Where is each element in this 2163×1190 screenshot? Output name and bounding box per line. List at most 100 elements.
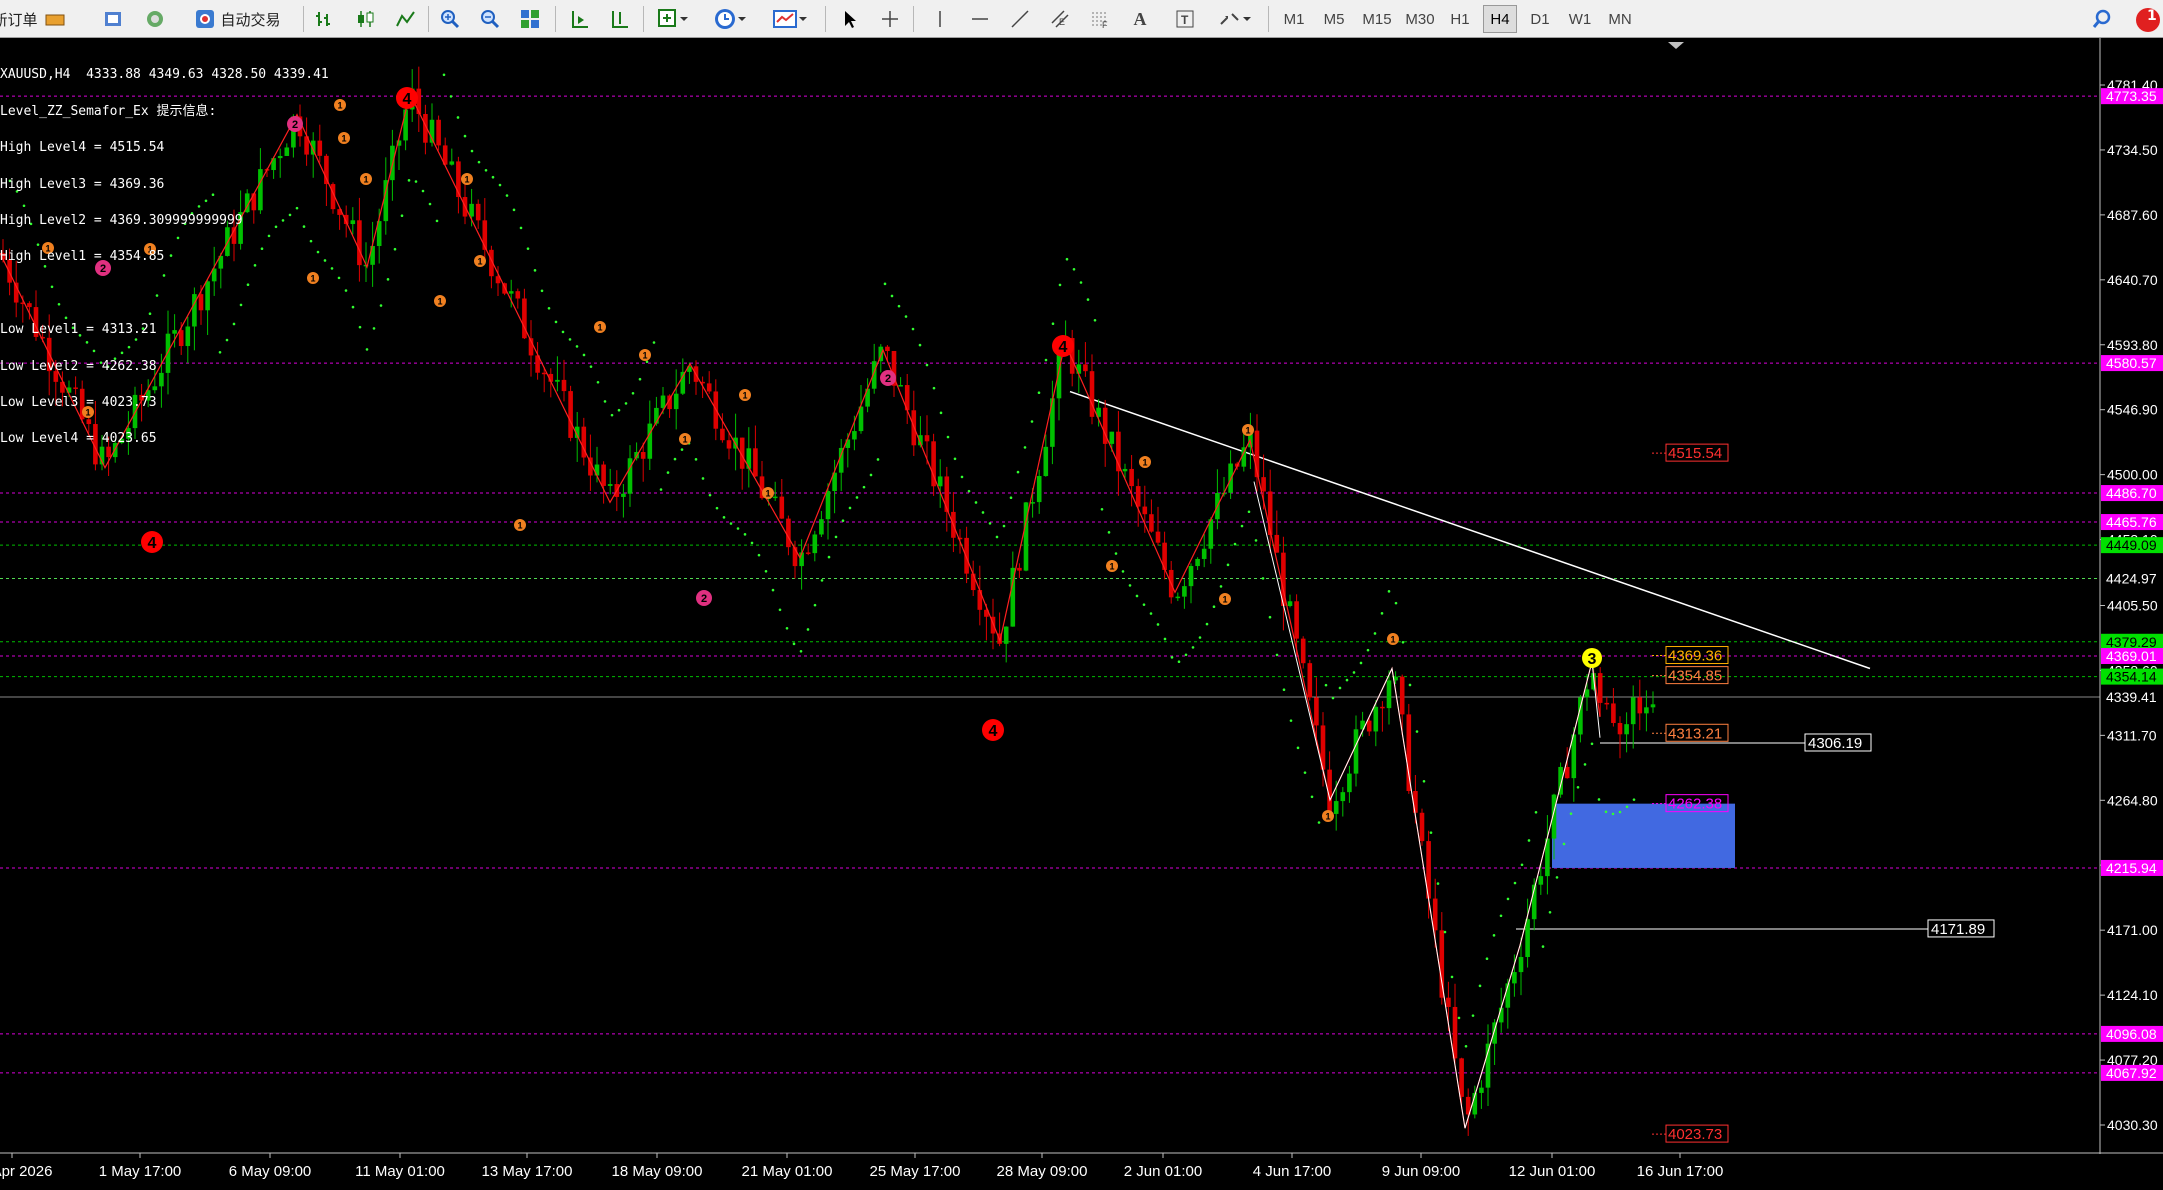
candle — [1479, 1087, 1484, 1093]
candle — [898, 385, 903, 387]
sar-dot — [1254, 539, 1258, 542]
sar-dot — [820, 579, 824, 582]
candle — [1036, 476, 1042, 503]
terminal-icon[interactable] — [140, 4, 170, 34]
trendline[interactable] — [1069, 390, 1871, 670]
indicators-button[interactable] — [650, 4, 695, 34]
auto-scroll-icon[interactable] — [565, 4, 595, 34]
sar-dot — [526, 247, 530, 250]
fibonacci-icon[interactable]: F — [1085, 4, 1115, 34]
vertical-line-icon[interactable] — [925, 4, 955, 34]
sar-dot — [722, 516, 726, 519]
zoom-in-icon[interactable] — [435, 4, 465, 34]
sar-dot — [589, 365, 593, 368]
sar-dot — [1366, 648, 1370, 652]
candle — [469, 203, 474, 217]
semafor-small-label: 1 — [1245, 426, 1250, 436]
timeframe-d1[interactable]: D1 — [1523, 5, 1557, 33]
templates-button[interactable] — [765, 4, 815, 34]
sar-dot — [1499, 914, 1503, 918]
new-order-label: 新订单 — [0, 10, 38, 29]
x-tick-label: 9 Jun 09:00 — [1382, 1163, 1460, 1180]
candle — [1122, 468, 1128, 472]
candle — [819, 519, 824, 535]
sar-dot — [449, 95, 453, 98]
chart-shift-icon[interactable] — [605, 4, 635, 34]
search-icon[interactable] — [2087, 4, 2117, 34]
sar-dot — [876, 458, 880, 461]
cursor-icon[interactable] — [835, 4, 865, 34]
demand-zone[interactable] — [1552, 803, 1735, 868]
semafor-label: 2 — [701, 593, 707, 605]
sar-dot — [1044, 358, 1048, 362]
crosshair-icon[interactable] — [875, 4, 905, 34]
sar-dot — [855, 496, 859, 499]
price-tag: 4465.76 — [2106, 514, 2157, 530]
channel-icon[interactable]: E — [1045, 4, 1075, 34]
sar-dot — [1051, 322, 1055, 325]
sar-dot — [680, 448, 684, 451]
sar-dot — [1492, 934, 1496, 937]
candle — [772, 496, 778, 499]
timeframe-m30[interactable]: M30 — [1400, 5, 1440, 33]
timeframe-w1[interactable]: W1 — [1563, 5, 1597, 33]
candle — [1030, 502, 1035, 504]
periods-button[interactable] — [705, 4, 755, 34]
sar-dot — [435, 219, 439, 223]
candle — [786, 518, 791, 548]
sar-dot — [715, 506, 719, 510]
zoom-out-icon[interactable] — [475, 4, 505, 34]
candle — [449, 161, 455, 165]
sar-dot — [806, 628, 810, 631]
candle — [1624, 724, 1629, 735]
text-label-icon[interactable]: T — [1170, 4, 1200, 34]
sar-dot — [610, 413, 614, 417]
sar-dot — [379, 304, 383, 307]
trendline-icon[interactable] — [1005, 4, 1035, 34]
candle — [1314, 697, 1319, 726]
timeframe-m5[interactable]: M5 — [1317, 5, 1351, 33]
new-order-button[interactable]: 新订单 — [0, 4, 40, 34]
candle — [660, 395, 666, 408]
navigator-icon[interactable] — [98, 4, 128, 34]
autotrade-button[interactable]: 自动交易 — [180, 4, 295, 34]
sar-dot — [1177, 660, 1181, 664]
chart-shift-marker[interactable] — [1668, 42, 1684, 49]
candlestick-icon[interactable] — [350, 4, 380, 34]
sar-dot — [1142, 603, 1146, 606]
sar-dot — [1079, 281, 1083, 284]
horizontal-line-icon[interactable] — [965, 4, 995, 34]
sar-dot — [603, 400, 607, 403]
template-icon — [773, 10, 797, 28]
timeframe-mn[interactable]: MN — [1603, 5, 1637, 33]
sar-dot — [1191, 646, 1195, 649]
market-watch-icon[interactable] — [40, 4, 70, 34]
candle — [924, 435, 930, 442]
candle — [1003, 626, 1009, 644]
sar-dot — [974, 501, 978, 504]
line-chart-icon[interactable] — [390, 4, 420, 34]
sar-dot — [918, 343, 922, 347]
sar-dot — [470, 149, 474, 153]
y-tick-label: 4687.60 — [2107, 207, 2158, 223]
x-tick-label: 1 May 17:00 — [99, 1163, 182, 1180]
y-tick-label: 4640.70 — [2107, 272, 2158, 288]
bar-chart-icon[interactable] — [310, 4, 340, 34]
text-icon[interactable]: A — [1125, 4, 1155, 34]
sar-dot — [498, 183, 502, 187]
tile-windows-icon[interactable] — [515, 4, 545, 34]
level-label: 4313.21 — [1668, 725, 1722, 742]
sar-dot — [1023, 446, 1027, 449]
candle — [1135, 486, 1141, 507]
semafor-small-label: 1 — [742, 391, 747, 401]
y-tick-label: 4593.80 — [2107, 337, 2158, 353]
timeframe-m1[interactable]: M1 — [1277, 5, 1311, 33]
timeframe-m15[interactable]: M15 — [1357, 5, 1397, 33]
notifications-button[interactable]: 1 — [2130, 4, 2163, 34]
timeframe-h1[interactable]: H1 — [1443, 5, 1477, 33]
sar-dot — [1156, 623, 1160, 626]
sar-dot — [596, 380, 600, 384]
sar-dot — [1296, 746, 1300, 750]
timeframe-h4[interactable]: H4 — [1483, 5, 1517, 33]
arrows-button[interactable] — [1210, 4, 1260, 34]
